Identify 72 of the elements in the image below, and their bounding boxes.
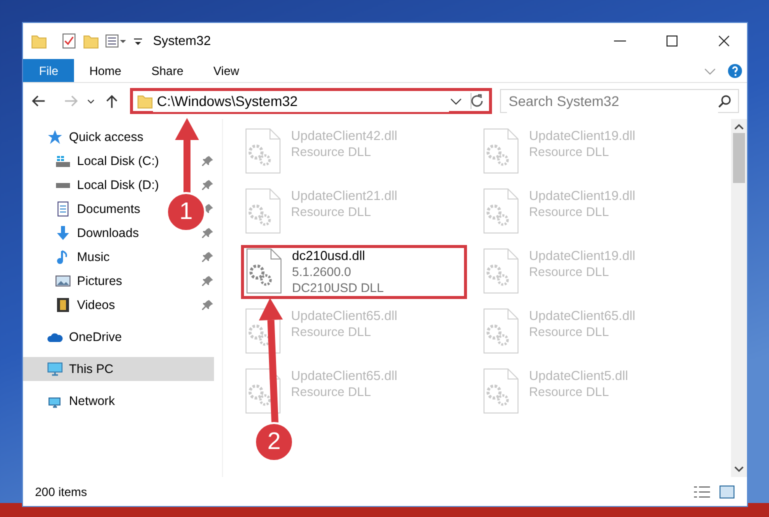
dll-file-icon: [483, 128, 519, 176]
document-icon: [55, 201, 71, 217]
close-icon[interactable]: [716, 33, 732, 49]
nav-item[interactable]: Network: [23, 389, 121, 413]
nav-item[interactable]: Music: [23, 245, 116, 269]
film-icon: [55, 297, 71, 313]
nav-item[interactable]: This PC: [23, 357, 214, 381]
ribbon-tab[interactable]: Share: [136, 59, 198, 82]
file-name: UpdateClient65.dll: [529, 308, 636, 324]
file-detail: Resource DLL: [529, 144, 610, 160]
checklist-icon[interactable]: [61, 33, 77, 49]
properties-icon[interactable]: [105, 33, 127, 49]
file-name: UpdateClient19.dll: [529, 128, 636, 144]
file-detail: 5.1.2600.0: [292, 264, 352, 280]
ribbon-tab[interactable]: Home: [74, 59, 136, 82]
folder-icon: [136, 93, 153, 109]
file-name: UpdateClient21.dll: [291, 188, 398, 204]
file-name: UpdateClient19.dll: [529, 248, 636, 264]
file-name: UpdateClient5.dll: [529, 368, 628, 384]
details-view-icon[interactable]: [693, 484, 711, 498]
file-detail: Resource DLL: [529, 264, 610, 280]
nav-item[interactable]: OneDrive: [23, 325, 128, 349]
file-detail: Resource DLL: [529, 324, 610, 340]
file-detail: Resource DLL: [291, 204, 372, 220]
file-name: dc210usd.dll: [292, 248, 366, 264]
monitor-icon: [47, 361, 63, 377]
nav-item[interactable]: Downloads: [23, 221, 145, 245]
dll-file-icon: [483, 188, 519, 236]
dll-file-icon: [245, 188, 281, 236]
search-field[interactable]: Search System32: [500, 89, 740, 113]
file-name: UpdateClient65.dll: [291, 368, 398, 384]
up-icon[interactable]: [104, 93, 120, 109]
file-name: UpdateClient19.dll: [529, 188, 636, 204]
file-detail: DC210USD DLL: [292, 280, 384, 296]
down-arrow-icon: [55, 225, 71, 241]
dll-file-icon: [483, 308, 519, 356]
scroll-up-icon[interactable]: [734, 123, 744, 131]
item-count: 200 items: [35, 484, 88, 500]
dll-file-icon: [245, 368, 281, 416]
nav-item[interactable]: Videos: [23, 293, 121, 317]
nav-item[interactable]: Documents: [23, 197, 146, 221]
maximize-icon[interactable]: [664, 33, 680, 49]
file-item[interactable]: dc210usd.dll 5.1.2600.0 DC210USD DLL: [241, 245, 467, 299]
scrollbar[interactable]: [731, 119, 747, 477]
drive-icon: [55, 153, 71, 169]
file-detail: Resource DLL: [291, 144, 372, 160]
dll-file-icon: [483, 248, 519, 296]
search-icon: [718, 94, 732, 108]
large-icons-view-icon[interactable]: [719, 484, 735, 498]
ribbon-tab[interactable]: File: [23, 59, 74, 82]
file-detail: Resource DLL: [529, 204, 610, 220]
dll-file-icon: [245, 128, 281, 176]
nav-item[interactable]: Quick access: [23, 125, 150, 149]
address-bar[interactable]: C:\Windows\System32: [130, 88, 492, 114]
dll-file-icon: [246, 248, 282, 296]
file-name: UpdateClient65.dll: [291, 308, 398, 324]
scroll-down-icon[interactable]: [734, 465, 744, 473]
nav-item[interactable]: Local Disk (C:): [23, 149, 165, 173]
nav-item[interactable]: Pictures: [23, 269, 128, 293]
drive-icon: [55, 182, 71, 188]
file-detail: Resource DLL: [529, 384, 610, 400]
picture-icon: [55, 273, 71, 289]
file-detail: Resource DLL: [291, 384, 372, 400]
window-title: System32: [153, 32, 211, 50]
file-detail: Resource DLL: [291, 324, 372, 340]
scroll-thumb[interactable]: [733, 133, 745, 183]
back-icon[interactable]: [31, 93, 47, 109]
nav-item[interactable]: Local Disk (D:): [23, 173, 165, 197]
star-icon: [47, 129, 63, 145]
dll-file-icon: [483, 368, 519, 416]
ribbon-tab[interactable]: View: [198, 59, 254, 82]
file-name: UpdateClient42.dll: [291, 128, 398, 144]
